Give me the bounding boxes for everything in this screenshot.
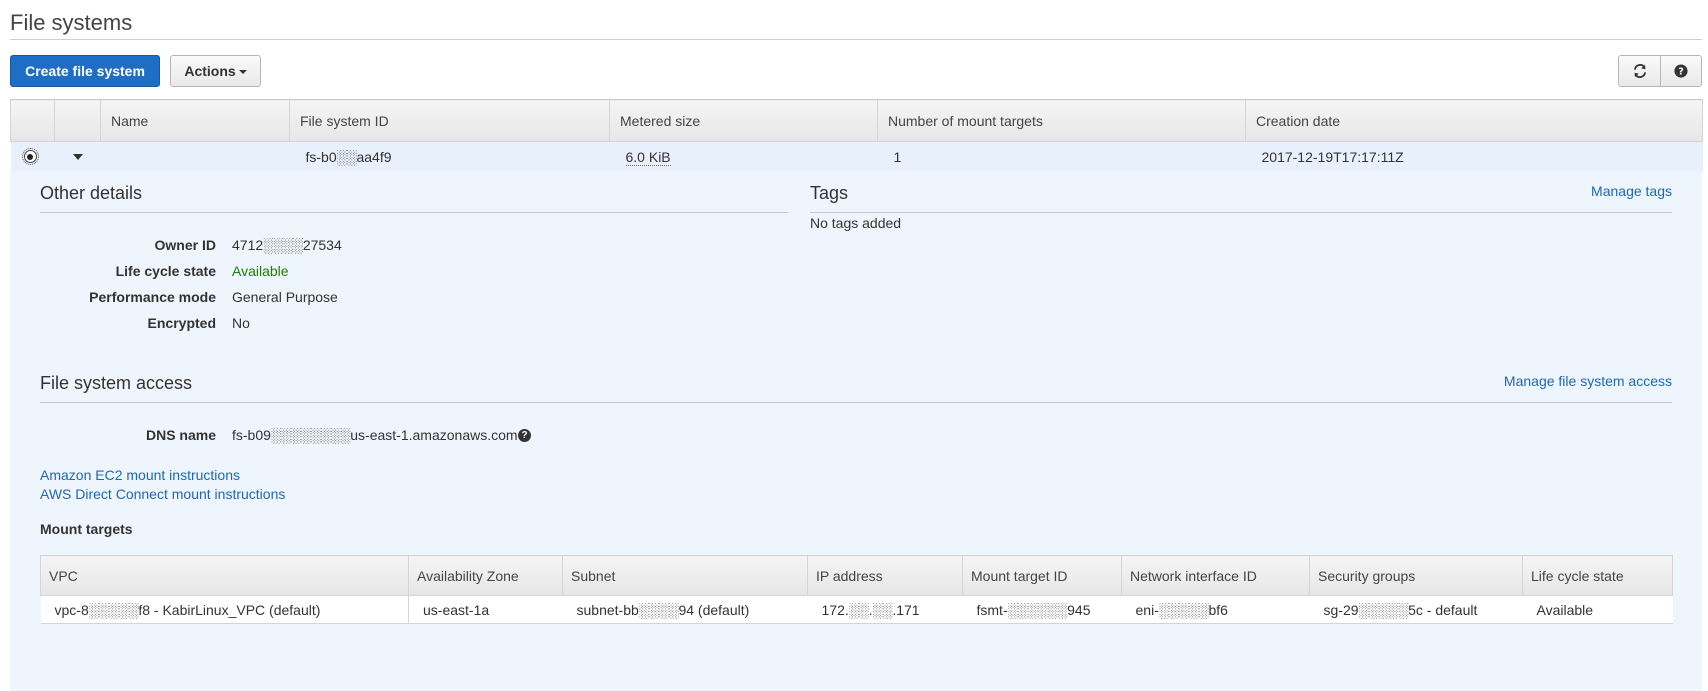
owner-id-label: Owner ID (154, 237, 216, 253)
file-systems-table: Name File system ID Metered size Number … (10, 99, 1703, 172)
performance-mode-value: General Purpose (232, 289, 338, 305)
column-header-metered-size[interactable]: Metered size (609, 99, 878, 142)
encrypted-value: No (232, 315, 250, 331)
column-header-mount-target-id[interactable]: Mount target ID (962, 555, 1122, 596)
select-column-header (10, 99, 55, 142)
file-system-details-panel: Other details Owner ID 4712░░░░27534 Lif… (10, 171, 1702, 691)
column-header-ip-address[interactable]: IP address (807, 555, 963, 596)
row-file-system-id: fs-b0░░aa4f9 (289, 141, 610, 172)
mount-targets-header-row: VPC Availability Zone Subnet IP address … (40, 555, 1673, 596)
column-header-vpc[interactable]: VPC (40, 555, 409, 596)
mount-targets-title: Mount targets (40, 521, 133, 537)
column-header-availability-zone[interactable]: Availability Zone (408, 555, 563, 596)
dns-name-value: fs-b09░░░░░░░░us-east-1.amazonaws.com (232, 427, 518, 443)
create-file-system-button[interactable]: Create file system (10, 55, 160, 87)
row-expand-cell[interactable] (54, 141, 101, 172)
help-button[interactable]: ? (1660, 56, 1701, 86)
manage-tags-link[interactable]: Manage tags (1591, 183, 1672, 199)
life-cycle-state-value: Available (232, 263, 289, 279)
refresh-icon (1633, 64, 1646, 78)
mount-target-eni: eni-░░░░░bf6 (1121, 595, 1310, 624)
column-header-mount-targets[interactable]: Number of mount targets (877, 99, 1246, 142)
owner-id-value: 4712░░░░27534 (232, 237, 342, 253)
column-header-security-groups[interactable]: Security groups (1309, 555, 1523, 596)
table-row[interactable]: fs-b0░░aa4f9 6.0 KiB 1 2017-12-19T17:17:… (10, 141, 1703, 172)
encrypted-label: Encrypted (147, 315, 216, 331)
expand-column-header (54, 99, 101, 142)
tags-title: Tags (810, 183, 849, 203)
column-header-creation-date[interactable]: Creation date (1245, 99, 1703, 142)
dns-help-icon[interactable]: ? (518, 429, 531, 442)
actions-label: Actions (184, 63, 236, 79)
other-details-title: Other details (40, 183, 143, 203)
table-header-row: Name File system ID Metered size Number … (10, 99, 1703, 142)
mount-targets-table: VPC Availability Zone Subnet IP address … (40, 555, 1673, 624)
title-divider (10, 39, 1702, 40)
mount-target-az: us-east-1a (408, 595, 563, 624)
caret-down-icon (238, 70, 247, 74)
life-cycle-state-label: Life cycle state (115, 263, 216, 279)
dns-name-label: DNS name (145, 427, 216, 443)
mount-target-ip: 172.░░.░░.171 (807, 595, 963, 624)
table-row: vpc-8░░░░░f8 - KabirLinux_VPC (default) … (40, 595, 1673, 624)
file-systems-page: File systems Create file system Actions … (0, 0, 1708, 691)
performance-mode-label: Performance mode (89, 289, 216, 305)
row-name (100, 141, 290, 172)
manage-file-system-access-link[interactable]: Manage file system access (1504, 373, 1672, 389)
column-header-file-system-id[interactable]: File system ID (289, 99, 610, 142)
access-divider (40, 402, 1672, 403)
direct-connect-mount-instructions-link[interactable]: AWS Direct Connect mount instructions (40, 486, 285, 502)
row-radio-button[interactable] (21, 148, 39, 165)
mount-target-id: fsmt-░░░░░░945 (962, 595, 1122, 624)
mount-target-security-group: sg-29░░░░░5c - default (1309, 595, 1523, 624)
actions-dropdown-button[interactable]: Actions (170, 55, 261, 87)
help-icon: ? (1674, 64, 1688, 78)
toolbar-icon-group: ? (1618, 55, 1702, 87)
other-details-divider (40, 212, 788, 213)
row-mount-targets: 1 (877, 141, 1246, 172)
no-tags-text: No tags added (810, 215, 902, 231)
radio-selected-dot (27, 153, 33, 160)
row-metered-size[interactable]: 6.0 KiB (625, 148, 671, 166)
file-system-access-title: File system access (40, 373, 193, 393)
mount-target-vpc: vpc-8░░░░░f8 - KabirLinux_VPC (default) (40, 595, 409, 624)
row-select-cell[interactable] (10, 141, 55, 172)
column-header-name[interactable]: Name (100, 99, 290, 142)
caret-down-icon[interactable] (72, 153, 83, 160)
column-header-life-cycle-state[interactable]: Life cycle state (1522, 555, 1673, 596)
column-header-network-interface-id[interactable]: Network interface ID (1121, 555, 1310, 596)
ec2-mount-instructions-link[interactable]: Amazon EC2 mount instructions (40, 467, 240, 483)
column-header-subnet[interactable]: Subnet (562, 555, 808, 596)
svg-text:?: ? (1678, 67, 1684, 78)
tags-divider (810, 212, 1672, 213)
row-creation-date: 2017-12-19T17:17:11Z (1245, 141, 1703, 172)
mount-target-state: Available (1522, 595, 1673, 624)
page-title: File systems (10, 10, 133, 35)
refresh-button[interactable] (1619, 56, 1660, 86)
mount-target-subnet: subnet-bb░░░░94 (default) (562, 595, 808, 624)
